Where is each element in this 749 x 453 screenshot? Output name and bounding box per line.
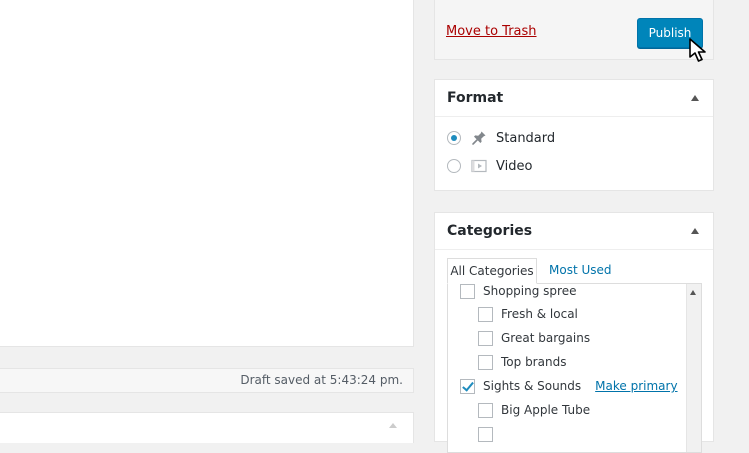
format-metabox: Format Standard Video — [434, 79, 714, 191]
category-checkbox[interactable] — [478, 306, 493, 322]
checklist-scrollbar[interactable] — [686, 284, 701, 452]
category-label: Shopping spree — [483, 284, 577, 298]
category-label: Fresh & local — [501, 307, 578, 321]
format-header[interactable]: Format — [435, 80, 713, 117]
category-label: Top brands — [501, 355, 567, 369]
list-item[interactable]: Fresh & local — [478, 305, 578, 323]
format-option-video[interactable]: Video — [447, 156, 532, 176]
format-title: Format — [447, 90, 504, 106]
toggle-arrow-icon[interactable] — [389, 423, 397, 428]
video-radio[interactable] — [447, 159, 461, 173]
draft-saved-status: Draft saved at 5:43:24 pm. — [240, 373, 403, 387]
pin-icon — [472, 131, 486, 145]
category-checkbox[interactable] — [460, 284, 475, 299]
publish-actions-box: Move to Trash Publish — [434, 0, 714, 62]
list-item[interactable]: Great bargains — [478, 329, 590, 347]
standard-label: Standard — [496, 130, 556, 146]
tab-most-used[interactable]: Most Used — [549, 263, 612, 277]
category-label: Great bargains — [501, 331, 591, 345]
list-item[interactable]: Top brands — [478, 353, 566, 371]
format-option-standard[interactable]: Standard — [447, 128, 555, 148]
standard-radio[interactable] — [447, 131, 461, 145]
list-item[interactable]: Big Apple Tube — [478, 401, 590, 419]
collapse-arrow-icon[interactable] — [691, 228, 699, 234]
list-item[interactable]: Shopping spree — [460, 284, 577, 300]
lower-metabox — [0, 412, 414, 443]
category-checkbox[interactable] — [478, 354, 493, 370]
categories-metabox: Categories All Categories Most Used Shop… — [434, 212, 714, 453]
category-label: Sights & Sounds — [483, 379, 582, 393]
post-content-editor[interactable] — [0, 0, 414, 347]
category-checkbox-checked[interactable] — [460, 378, 475, 394]
collapse-arrow-icon[interactable] — [691, 95, 699, 101]
make-primary-link[interactable]: Make primary — [595, 379, 677, 393]
category-checkbox[interactable] — [478, 402, 493, 418]
tab-all-categories[interactable]: All Categories — [447, 258, 537, 284]
video-icon — [471, 159, 487, 173]
mouse-pointer-icon — [689, 38, 706, 62]
category-label: Big Apple Tube — [501, 403, 591, 417]
category-checkbox[interactable] — [478, 330, 493, 346]
category-checklist[interactable]: Shopping spree Fresh & local Great barga… — [447, 283, 702, 453]
move-to-trash-link[interactable]: Move to Trash — [446, 24, 537, 39]
video-label: Video — [496, 158, 533, 174]
categories-header[interactable]: Categories — [435, 213, 713, 250]
list-item[interactable] — [478, 425, 493, 443]
editor-status-bar: Draft saved at 5:43:24 pm. — [0, 368, 414, 393]
categories-title: Categories — [447, 223, 533, 239]
list-item[interactable]: Sights & Sounds Make primary — [460, 377, 678, 395]
scroll-up-arrow-icon[interactable] — [690, 290, 696, 295]
